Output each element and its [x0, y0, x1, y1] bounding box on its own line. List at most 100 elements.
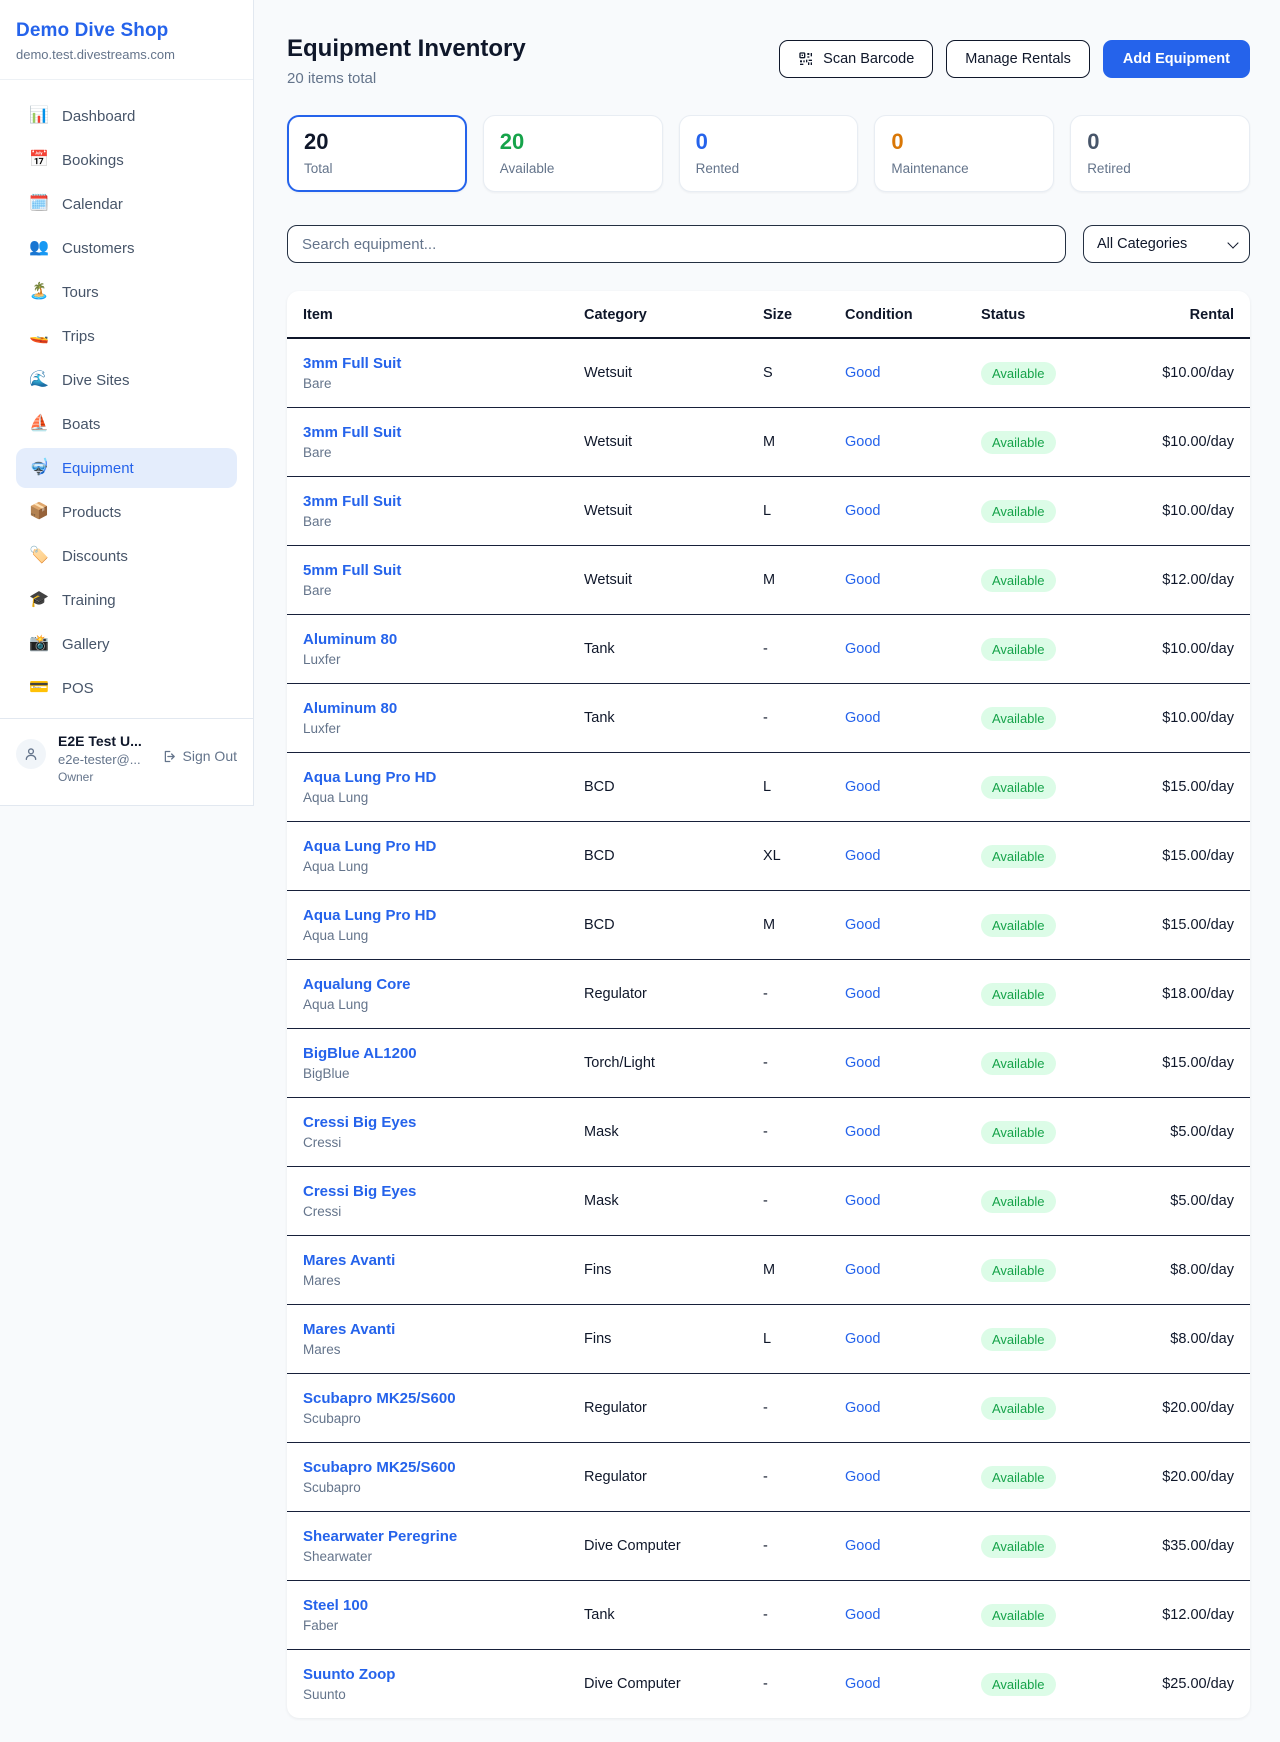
- condition-link[interactable]: Good: [845, 503, 880, 519]
- manage-rentals-button[interactable]: Manage Rentals: [946, 40, 1090, 78]
- item-name-link[interactable]: BigBlue AL1200: [303, 1045, 584, 1062]
- sidebar-item[interactable]: 📸 Gallery: [16, 624, 237, 664]
- item-category: BCD: [584, 891, 763, 960]
- sidebar-item[interactable]: 🏝️ Tours: [16, 272, 237, 312]
- table-row: 3mm Full Suit Bare Wetsuit M Good Availa…: [287, 408, 1250, 477]
- sidebar-item[interactable]: 🌊 Dive Sites: [16, 360, 237, 400]
- scan-barcode-button[interactable]: Scan Barcode: [779, 40, 933, 78]
- item-category: BCD: [584, 822, 763, 891]
- table-row: Mares Avanti Mares Fins M Good Available…: [287, 1236, 1250, 1305]
- sidebar-item[interactable]: 🗓️ Calendar: [16, 184, 237, 224]
- sign-out-label: Sign Out: [183, 748, 237, 764]
- item-name-link[interactable]: Scubapro MK25/S600: [303, 1390, 584, 1407]
- item-brand: Shearwater: [303, 1549, 584, 1564]
- rental-rate: $10.00/day: [1100, 615, 1250, 684]
- table-row: Aqualung Core Aqua Lung Regulator - Good…: [287, 960, 1250, 1029]
- sidebar-item[interactable]: ⛵ Boats: [16, 404, 237, 444]
- condition-link[interactable]: Good: [845, 848, 880, 864]
- sign-out-button[interactable]: Sign Out: [161, 748, 237, 764]
- condition-link[interactable]: Good: [845, 1124, 880, 1140]
- condition-link[interactable]: Good: [845, 1400, 880, 1416]
- item-name-link[interactable]: Suunto Zoop: [303, 1666, 584, 1683]
- item-name-link[interactable]: Aluminum 80: [303, 700, 584, 717]
- item-name-link[interactable]: Aqualung Core: [303, 976, 584, 993]
- condition-link[interactable]: Good: [845, 986, 880, 1002]
- rental-rate: $10.00/day: [1100, 338, 1250, 408]
- manage-rentals-label: Manage Rentals: [965, 51, 1071, 67]
- item-name-link[interactable]: 5mm Full Suit: [303, 562, 584, 579]
- item-size: -: [763, 684, 845, 753]
- item-name-link[interactable]: Shearwater Peregrine: [303, 1528, 584, 1545]
- item-name-link[interactable]: Aqua Lung Pro HD: [303, 769, 584, 786]
- sidebar-item[interactable]: 🏷️ Discounts: [16, 536, 237, 576]
- add-equipment-button[interactable]: Add Equipment: [1103, 40, 1250, 78]
- stat-card[interactable]: 20 Total: [287, 115, 467, 192]
- rental-rate: $10.00/day: [1100, 684, 1250, 753]
- col-header-status: Status: [981, 291, 1100, 338]
- condition-link[interactable]: Good: [845, 572, 880, 588]
- item-name-link[interactable]: Mares Avanti: [303, 1321, 584, 1338]
- condition-link[interactable]: Good: [845, 1469, 880, 1485]
- brand-link[interactable]: Demo Dive Shop: [16, 20, 237, 42]
- item-size: -: [763, 1650, 845, 1719]
- condition-link[interactable]: Good: [845, 1607, 880, 1623]
- sidebar-item[interactable]: 🚤 Trips: [16, 316, 237, 356]
- item-brand: Aqua Lung: [303, 928, 584, 943]
- item-name-link[interactable]: Scubapro MK25/S600: [303, 1459, 584, 1476]
- stat-card[interactable]: 0 Maintenance: [874, 115, 1054, 192]
- stat-card[interactable]: 0 Retired: [1070, 115, 1250, 192]
- condition-link[interactable]: Good: [845, 434, 880, 450]
- sidebar-item[interactable]: 📊 Dashboard: [16, 96, 237, 136]
- table-row: Suunto Zoop Suunto Dive Computer - Good …: [287, 1650, 1250, 1719]
- item-name-link[interactable]: Aqua Lung Pro HD: [303, 907, 584, 924]
- item-category: Fins: [584, 1236, 763, 1305]
- category-select[interactable]: All Categories: [1083, 225, 1250, 263]
- item-category: Tank: [584, 1581, 763, 1650]
- item-name-link[interactable]: Cressi Big Eyes: [303, 1114, 584, 1131]
- stat-card[interactable]: 0 Rented: [679, 115, 859, 192]
- status-badge: Available: [981, 1535, 1056, 1558]
- condition-link[interactable]: Good: [845, 1262, 880, 1278]
- status-badge: Available: [981, 776, 1056, 799]
- condition-link[interactable]: Good: [845, 917, 880, 933]
- condition-link[interactable]: Good: [845, 710, 880, 726]
- stat-card[interactable]: 20 Available: [483, 115, 663, 192]
- sidebar-item[interactable]: 💳 POS: [16, 668, 237, 708]
- item-brand: Cressi: [303, 1204, 584, 1219]
- condition-link[interactable]: Good: [845, 779, 880, 795]
- item-name-link[interactable]: Aqua Lung Pro HD: [303, 838, 584, 855]
- user-name: E2E Test U...: [58, 733, 142, 749]
- condition-link[interactable]: Good: [845, 641, 880, 657]
- rental-rate: $35.00/day: [1100, 1512, 1250, 1581]
- condition-link[interactable]: Good: [845, 365, 880, 381]
- condition-link[interactable]: Good: [845, 1055, 880, 1071]
- table-row: Shearwater Peregrine Shearwater Dive Com…: [287, 1512, 1250, 1581]
- item-name-link[interactable]: 3mm Full Suit: [303, 493, 584, 510]
- table-row: Scubapro MK25/S600 Scubapro Regulator - …: [287, 1374, 1250, 1443]
- item-size: -: [763, 1167, 845, 1236]
- item-name-link[interactable]: Mares Avanti: [303, 1252, 584, 1269]
- condition-link[interactable]: Good: [845, 1538, 880, 1554]
- condition-link[interactable]: Good: [845, 1676, 880, 1692]
- item-brand: Luxfer: [303, 652, 584, 667]
- sidebar-item-icon: 🏝️: [28, 284, 50, 300]
- sidebar-item[interactable]: 📦 Products: [16, 492, 237, 532]
- item-name-link[interactable]: Aluminum 80: [303, 631, 584, 648]
- sidebar-item[interactable]: 🎓 Training: [16, 580, 237, 620]
- table-row: Steel 100 Faber Tank - Good Available $1…: [287, 1581, 1250, 1650]
- condition-link[interactable]: Good: [845, 1193, 880, 1209]
- item-size: S: [763, 338, 845, 408]
- item-name-link[interactable]: Cressi Big Eyes: [303, 1183, 584, 1200]
- sidebar-item-label: Boats: [62, 416, 100, 433]
- scan-barcode-label: Scan Barcode: [823, 51, 914, 67]
- sidebar-item[interactable]: 📅 Bookings: [16, 140, 237, 180]
- condition-link[interactable]: Good: [845, 1331, 880, 1347]
- sidebar-item[interactable]: 🤿 Equipment: [16, 448, 237, 488]
- search-input[interactable]: [287, 225, 1066, 263]
- item-name-link[interactable]: 3mm Full Suit: [303, 355, 584, 372]
- col-header-condition: Condition: [845, 291, 981, 338]
- item-name-link[interactable]: Steel 100: [303, 1597, 584, 1614]
- page-title: Equipment Inventory: [287, 35, 526, 63]
- sidebar-item[interactable]: 👥 Customers: [16, 228, 237, 268]
- item-name-link[interactable]: 3mm Full Suit: [303, 424, 584, 441]
